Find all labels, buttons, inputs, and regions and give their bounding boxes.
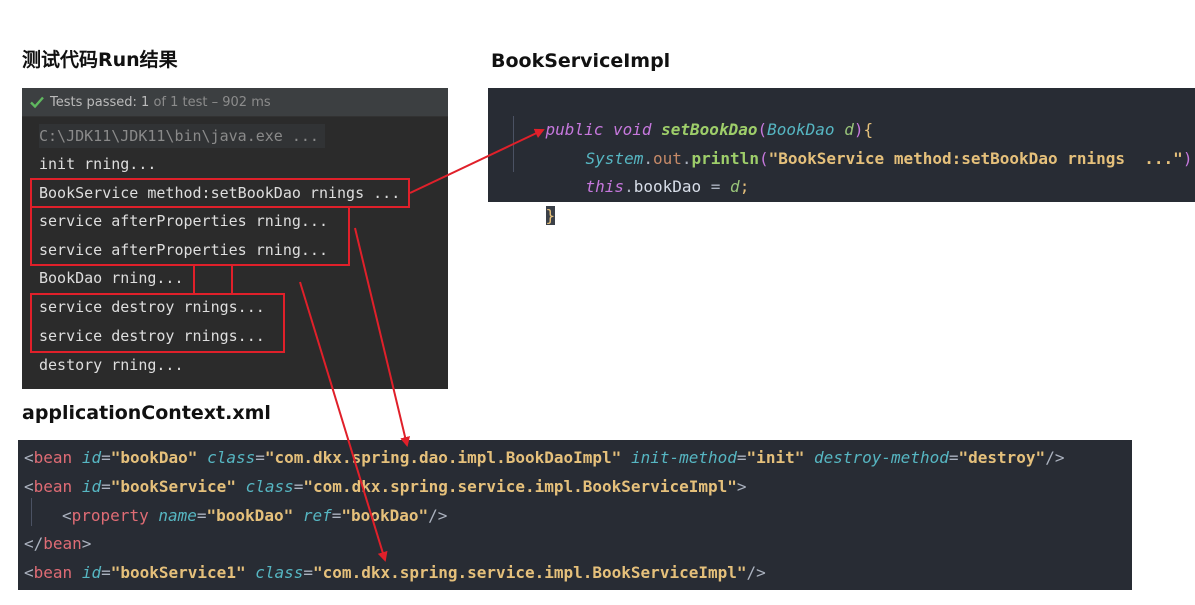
xml-line: </bean> [24, 534, 92, 553]
xml-line: <bean id="bookService1" class="com.dkx.s… [24, 563, 766, 582]
console-output-line: init rning... [39, 155, 157, 173]
bracket-connector [193, 264, 233, 295]
console-output-line: BookDao rning... [39, 269, 184, 287]
check-icon [29, 94, 45, 110]
passed-count: 1 [141, 94, 150, 110]
code-line: this.bookDao = d; [585, 177, 750, 196]
highlight-destroy-output [30, 293, 285, 353]
test-summary: of 1 test – 902 ms [153, 94, 271, 110]
xml-code-editor: <bean id="bookDao" class="com.dkx.spring… [18, 440, 1132, 590]
console-command-line[interactable]: C:\JDK11\JDK11\bin\java.exe ... [39, 124, 325, 148]
java-code-editor: public void setBookDao(BookDao d){ Syste… [488, 88, 1195, 225]
xml-line: <bean id="bookDao" class="com.dkx.spring… [24, 448, 1065, 467]
code-line: } [545, 206, 556, 225]
test-status-bar: Tests passed: 1 of 1 test – 902 ms [22, 88, 448, 117]
indent-guide [31, 498, 32, 526]
code-line: System.out.println("BookService method:s… [585, 149, 1195, 168]
console-output-line: destory rning... [39, 356, 184, 374]
highlight-afterproperties-output [30, 206, 350, 266]
xml-line: <property name="bookDao" ref="bookDao"/> [62, 506, 448, 525]
xml-line: <bean id="bookService" class="com.dkx.sp… [24, 477, 747, 496]
highlight-setter-output [30, 178, 410, 208]
status-text: Tests passed: [50, 94, 137, 110]
code-line: public void setBookDao(BookDao d){ [545, 120, 874, 139]
xml-heading: applicationContext.xml [22, 402, 271, 424]
run-result-heading: 测试代码Run结果 [22, 49, 178, 71]
impl-heading: BookServiceImpl [491, 50, 671, 72]
